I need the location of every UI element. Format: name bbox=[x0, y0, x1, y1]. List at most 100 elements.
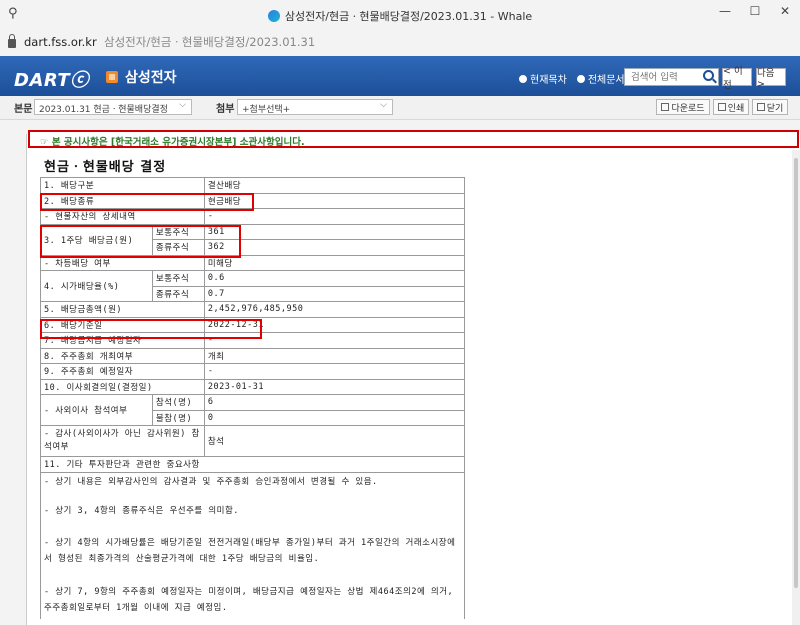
row-label: 2. 배당종류 bbox=[40, 192, 205, 209]
print-label: 인쇄 bbox=[727, 103, 745, 114]
attach-select-value: +첨부선택+ bbox=[242, 105, 291, 115]
table-row: - 사외이사 참석여부 참석(명) 6 bbox=[40, 394, 466, 426]
prev-button[interactable]: < 이전 bbox=[722, 66, 752, 91]
row-value: 참석 bbox=[203, 425, 466, 457]
table-row: 9. 주주총회 예정일자 - bbox=[40, 363, 466, 380]
row-label: 6. 배당기준일 bbox=[40, 316, 205, 333]
close-button[interactable]: 닫기 bbox=[752, 99, 788, 115]
row-value: 362 bbox=[203, 239, 466, 256]
row-value: 6 bbox=[203, 394, 466, 411]
row-sublabel: 보통주식 bbox=[151, 270, 205, 287]
radio-all-docs[interactable]: 전체문서 bbox=[576, 71, 625, 86]
table-row: 1. 배당구분 결산배당 bbox=[40, 177, 466, 194]
table-row: - 상기 4항의 시가배당률은 배당기준일 전전거래일(배당부 종가일)부터 과… bbox=[40, 531, 465, 581]
row-value: 현금배당 bbox=[203, 192, 466, 209]
lock-icon bbox=[8, 33, 16, 48]
table-row: 4. 시가배당율(%) 보통주식 0.6 bbox=[40, 270, 466, 302]
table-row: 11. 기타 투자판단과 관련한 중요사항 bbox=[40, 456, 465, 473]
print-button[interactable]: 인쇄 bbox=[713, 99, 749, 115]
row-value: 361 bbox=[203, 223, 466, 240]
whale-browser-icon bbox=[267, 10, 280, 22]
table-row: - 차등배당 여부 미해당 bbox=[40, 254, 466, 271]
table-row: 8. 주주총회 개최여부 개최 bbox=[40, 347, 466, 364]
scrollbar-thumb[interactable] bbox=[794, 158, 798, 588]
close-label: 닫기 bbox=[766, 103, 784, 114]
radio-all-label: 전체문서 bbox=[587, 75, 625, 86]
address-path: 삼성전자/현금ㆍ현물배당결정/2023.01.31 bbox=[104, 35, 316, 49]
maximize-button[interactable]: ☐ bbox=[740, 0, 770, 22]
row-value: 0.7 bbox=[203, 285, 466, 302]
window-title-text: 삼성전자/현금ㆍ현물배당결정/2023.01.31 - Whale bbox=[284, 10, 533, 23]
radio-dot-icon bbox=[576, 74, 585, 83]
row-value: 2022-12-31 bbox=[203, 316, 466, 333]
row-value: 0 bbox=[203, 409, 466, 426]
table-row: 6. 배당기준일 2022-12-31 bbox=[40, 316, 466, 333]
search-scope: 현재목차 전체문서 bbox=[519, 71, 625, 86]
row-label: 8. 주주총회 개최여부 bbox=[40, 347, 205, 364]
main-doc-select[interactable]: 2023.01.31 현금ㆍ현물배당결정 ⌵ bbox=[34, 99, 192, 115]
radio-current-label: 현재목차 bbox=[530, 75, 567, 86]
print-icon bbox=[717, 103, 726, 111]
row-label: 1. 배당구분 bbox=[40, 177, 205, 194]
table-row: 2. 배당종류 현금배당 bbox=[40, 192, 466, 209]
row-value: - bbox=[203, 208, 466, 225]
download-label: 다운로드 bbox=[671, 103, 705, 114]
row-sublabel: 보통주식 bbox=[151, 223, 205, 240]
document-title: 현금ㆍ현물배당 결정 bbox=[44, 160, 167, 175]
table-row: 3. 1주당 배당금(원) 보통주식 361 bbox=[40, 223, 466, 256]
document-toolbar: 본문 2023.01.31 현금ㆍ현물배당결정 ⌵ 첨부 +첨부선택+ ⌵ 다운… bbox=[0, 96, 800, 120]
row-value: - bbox=[203, 363, 466, 380]
close-icon bbox=[756, 103, 765, 111]
dart-header: DARTⓒ 삼성전자 현재목차 전체문서 < 이전 다음 > bbox=[0, 56, 800, 96]
row-value: 결산배당 bbox=[203, 177, 466, 194]
window-controls: — ☐ ✕ bbox=[710, 0, 800, 22]
table-row: - 상기 7, 9항의 주주총회 예정일자는 미정이며, 배당금지급 예정일자는… bbox=[40, 580, 465, 619]
attach-label: 첨부 bbox=[216, 104, 235, 115]
row-sublabel: 참석(명) bbox=[151, 394, 205, 411]
address-domain: dart.fss.or.kr bbox=[24, 35, 97, 49]
table-row: - 상기 내용은 외부감사인의 감사결과 및 주주총회 승인과정에서 변경될 수… bbox=[40, 471, 465, 501]
company-name-text: 삼성전자 bbox=[125, 70, 177, 86]
company-icon bbox=[106, 71, 118, 83]
window-titlebar: ⚲ 삼성전자/현금ㆍ현물배당결정/2023.01.31 - Whale — ☐ … bbox=[0, 0, 800, 30]
download-button[interactable]: 다운로드 bbox=[656, 99, 710, 115]
note-text: - 상기 3, 4항의 종류주식은 우선주를 의미함. bbox=[40, 500, 465, 532]
row-sublabel: 불참(명) bbox=[151, 409, 205, 426]
row-label: 7. 배당금지급 예정일자 bbox=[40, 332, 205, 349]
next-button[interactable]: 다음 > bbox=[756, 68, 786, 90]
radio-current-toc[interactable]: 현재목차 bbox=[519, 71, 567, 86]
radio-dot-icon bbox=[519, 74, 527, 83]
search-icon[interactable] bbox=[703, 70, 714, 81]
row-value: - bbox=[203, 332, 466, 349]
row-value: 0.6 bbox=[203, 270, 466, 287]
close-window-button[interactable]: ✕ bbox=[770, 0, 800, 22]
address-bar[interactable]: dart.fss.or.kr 삼성전자/현금ㆍ현물배당결정/2023.01.31 bbox=[0, 30, 800, 54]
table-row: - 상기 3, 4항의 종류주식은 우선주를 의미함. bbox=[40, 500, 465, 532]
jurisdiction-notice: ☞ 본 공시사항은 [한국거래소 유가증권시장본부] 소관사항입니다. bbox=[28, 130, 799, 148]
row-label: 9. 주주총회 예정일자 bbox=[40, 363, 205, 380]
minimize-button[interactable]: — bbox=[710, 0, 740, 22]
table-row: 7. 배당금지급 예정일자 - bbox=[40, 332, 466, 349]
row-label: - 차등배당 여부 bbox=[40, 254, 205, 271]
vertical-scrollbar[interactable] bbox=[792, 150, 800, 625]
main-doc-select-value: 2023.01.31 현금ㆍ현물배당결정 bbox=[39, 105, 168, 115]
note-text: - 상기 4항의 시가배당률은 배당기준일 전전거래일(배당부 종가일)부터 과… bbox=[40, 531, 465, 581]
note-text: - 상기 7, 9항의 주주총회 예정일자는 미정이며, 배당금지급 예정일자는… bbox=[40, 580, 465, 619]
attach-select[interactable]: +첨부선택+ ⌵ bbox=[237, 99, 393, 115]
row-label: 11. 기타 투자판단과 관련한 중요사항 bbox=[40, 456, 465, 473]
note-text: - 상기 내용은 외부감사인의 감사결과 및 주주총회 승인과정에서 변경될 수… bbox=[40, 471, 465, 501]
row-label: - 감사(사외이사가 아닌 감사위원) 참석여부 bbox=[40, 425, 205, 457]
download-icon bbox=[661, 103, 670, 111]
row-label: 3. 1주당 배당금(원) bbox=[40, 223, 153, 256]
dart-logo[interactable]: DARTⓒ bbox=[14, 66, 89, 92]
row-label: - 현물자산의 상세내역 bbox=[40, 208, 205, 225]
row-label: 4. 시가배당율(%) bbox=[40, 270, 153, 302]
disclosure-table: 1. 배당구분 결산배당 2. 배당종류 현금배당 - 현물자산의 상세내역 -… bbox=[40, 177, 466, 619]
window-title: 삼성전자/현금ㆍ현물배당결정/2023.01.31 - Whale bbox=[0, 8, 800, 24]
row-label: 5. 배당금총액(원) bbox=[40, 301, 205, 318]
row-label: - 사외이사 참석여부 bbox=[40, 394, 153, 426]
table-row: 10. 이사회결의일(결정일) 2023-01-31 bbox=[40, 378, 466, 395]
row-value: 미해당 bbox=[203, 254, 466, 271]
chevron-down-icon: ⌵ bbox=[380, 100, 387, 110]
row-value: 2,452,976,485,950 bbox=[203, 301, 466, 318]
